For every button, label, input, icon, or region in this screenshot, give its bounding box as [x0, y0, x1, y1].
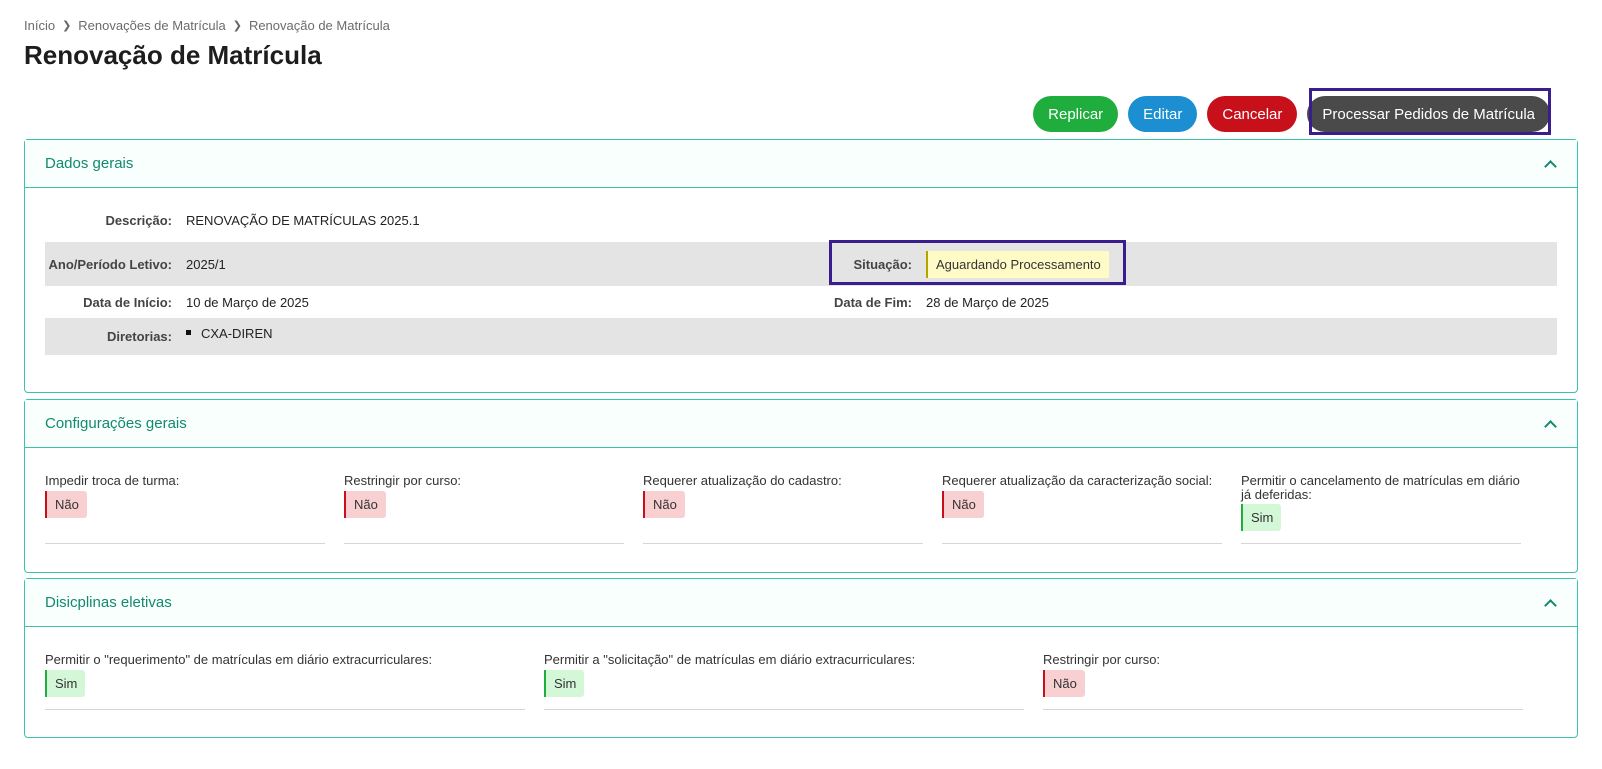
setting-label: Permitir a "solicitação" de matrículas e… [544, 652, 916, 667]
chevron-up-icon[interactable] [1543, 157, 1557, 171]
status-badge: Não [344, 490, 386, 518]
breadcrumb: Início ❯ Renovações de Matrícula ❯ Renov… [24, 18, 390, 33]
end-date-label: Data de Fim: [833, 294, 912, 310]
status-badge: Não [1043, 669, 1085, 697]
panel-title: Configurações gerais [45, 415, 187, 432]
elective-setting-item: Permitir o "requerimento" de matrículas … [45, 653, 525, 710]
status-label: Situação: [853, 256, 912, 272]
dates-row: Data de Início: 10 de Março de 2025 Data… [45, 286, 1557, 318]
period-value: 2025/1 [186, 256, 226, 272]
page-title: Renovação de Matrícula [24, 40, 322, 70]
start-date-value: 10 de Março de 2025 [186, 294, 309, 310]
panel-title: Disicplinas eletivas [45, 594, 172, 611]
status-badge: Não [643, 490, 685, 518]
electives-panel: Disicplinas eletivas Permitir o "requeri… [24, 578, 1578, 738]
setting-label: Requerer atualização da caracterização s… [942, 473, 1213, 488]
setting-label: Permitir o cancelamento de matrículas em… [1241, 473, 1520, 502]
general-data-panel: Dados gerais Descrição: RENOVAÇÃO DE MAT… [24, 139, 1578, 393]
status-badge: Sim [1241, 504, 1282, 532]
status-badge: Não [45, 490, 87, 518]
start-date-label: Data de Início: [83, 294, 172, 310]
status-col: Situação: Aguardando Processamento [789, 250, 1533, 278]
elective-setting-item: Permitir a "solicitação" de matrículas e… [544, 653, 1024, 710]
electives-panel-header[interactable]: Disicplinas eletivas [25, 579, 1577, 627]
setting-item: Requerer atualização do cadastro: Não [643, 473, 923, 545]
end-date-value: 28 de Março de 2025 [926, 294, 1049, 310]
setting-label: Requerer atualização do cadastro: [643, 473, 842, 488]
boards-label: Diretorias: [106, 329, 172, 344]
edit-button[interactable]: Editar [1128, 96, 1198, 132]
replicate-button[interactable]: Replicar [1033, 96, 1119, 132]
general-data-list: Descrição: RENOVAÇÃO DE MATRÍCULAS 2025.… [25, 188, 1577, 377]
period-label: Ano/Período Letivo: [48, 256, 173, 272]
start-date-col: Data de Início: 10 de Março de 2025 [45, 295, 789, 310]
end-date-col: Data de Fim: 28 de Março de 2025 [789, 295, 1533, 310]
elective-setting-item: Restringir por curso: Não [1043, 653, 1523, 710]
setting-label: Restringir por curso: [344, 473, 462, 488]
setting-item: Restringir por curso: Não [344, 473, 624, 545]
setting-item: Impedir troca de turma: Não [45, 473, 325, 545]
description-value: RENOVAÇÃO DE MATRÍCULAS 2025.1 [186, 212, 420, 228]
status-badge: Sim [544, 669, 585, 697]
chevron-up-icon[interactable] [1543, 596, 1557, 610]
setting-item: Permitir o cancelamento de matrículas em… [1241, 473, 1521, 545]
electives-grid: Permitir o "requerimento" de matrículas … [25, 627, 1577, 740]
boards-list: CXA-DIREN [186, 326, 273, 341]
breadcrumb-chevron-icon: ❯ [232, 20, 242, 32]
breadcrumb-current: Renovação de Matrícula [248, 18, 390, 33]
period-status-row: Ano/Período Letivo: 2025/1 Situação: Agu… [45, 242, 1557, 286]
general-settings-panel-header[interactable]: Configurações gerais [25, 400, 1577, 448]
general-settings-panel: Configurações gerais Impedir troca de tu… [24, 399, 1578, 573]
setting-label: Impedir troca de turma: [45, 473, 180, 488]
breadcrumb-home-link[interactable]: Início [24, 18, 55, 33]
description-row: Descrição: RENOVAÇÃO DE MATRÍCULAS 2025.… [45, 204, 1557, 236]
setting-item: Requerer atualização da caracterização s… [942, 473, 1222, 545]
process-enrollment-requests-button[interactable]: Processar Pedidos de Matrícula [1307, 96, 1550, 132]
general-settings-grid: Impedir troca de turma: Não Restringir p… [25, 448, 1577, 574]
description-label: Descrição: [105, 212, 172, 228]
general-data-panel-header[interactable]: Dados gerais [25, 140, 1577, 188]
status-badge: Não [942, 490, 984, 518]
status-badge: Aguardando Processamento [926, 250, 1109, 278]
breadcrumb-renewals-link[interactable]: Renovações de Matrícula [78, 18, 225, 33]
panel-title: Dados gerais [45, 155, 134, 172]
cancel-button[interactable]: Cancelar [1207, 96, 1298, 132]
period-col: Ano/Período Letivo: 2025/1 [45, 257, 789, 272]
setting-label: Permitir o "requerimento" de matrículas … [45, 652, 433, 667]
breadcrumb-chevron-icon: ❯ [62, 20, 72, 32]
list-item: CXA-DIREN [186, 326, 273, 341]
status-badge: Sim [45, 669, 86, 697]
boards-row: Diretorias: CXA-DIREN [45, 318, 1557, 355]
action-bar: Replicar Editar Cancelar Processar Pedid… [1033, 96, 1550, 132]
setting-label: Restringir por curso: [1043, 652, 1161, 667]
chevron-up-icon[interactable] [1543, 417, 1557, 431]
